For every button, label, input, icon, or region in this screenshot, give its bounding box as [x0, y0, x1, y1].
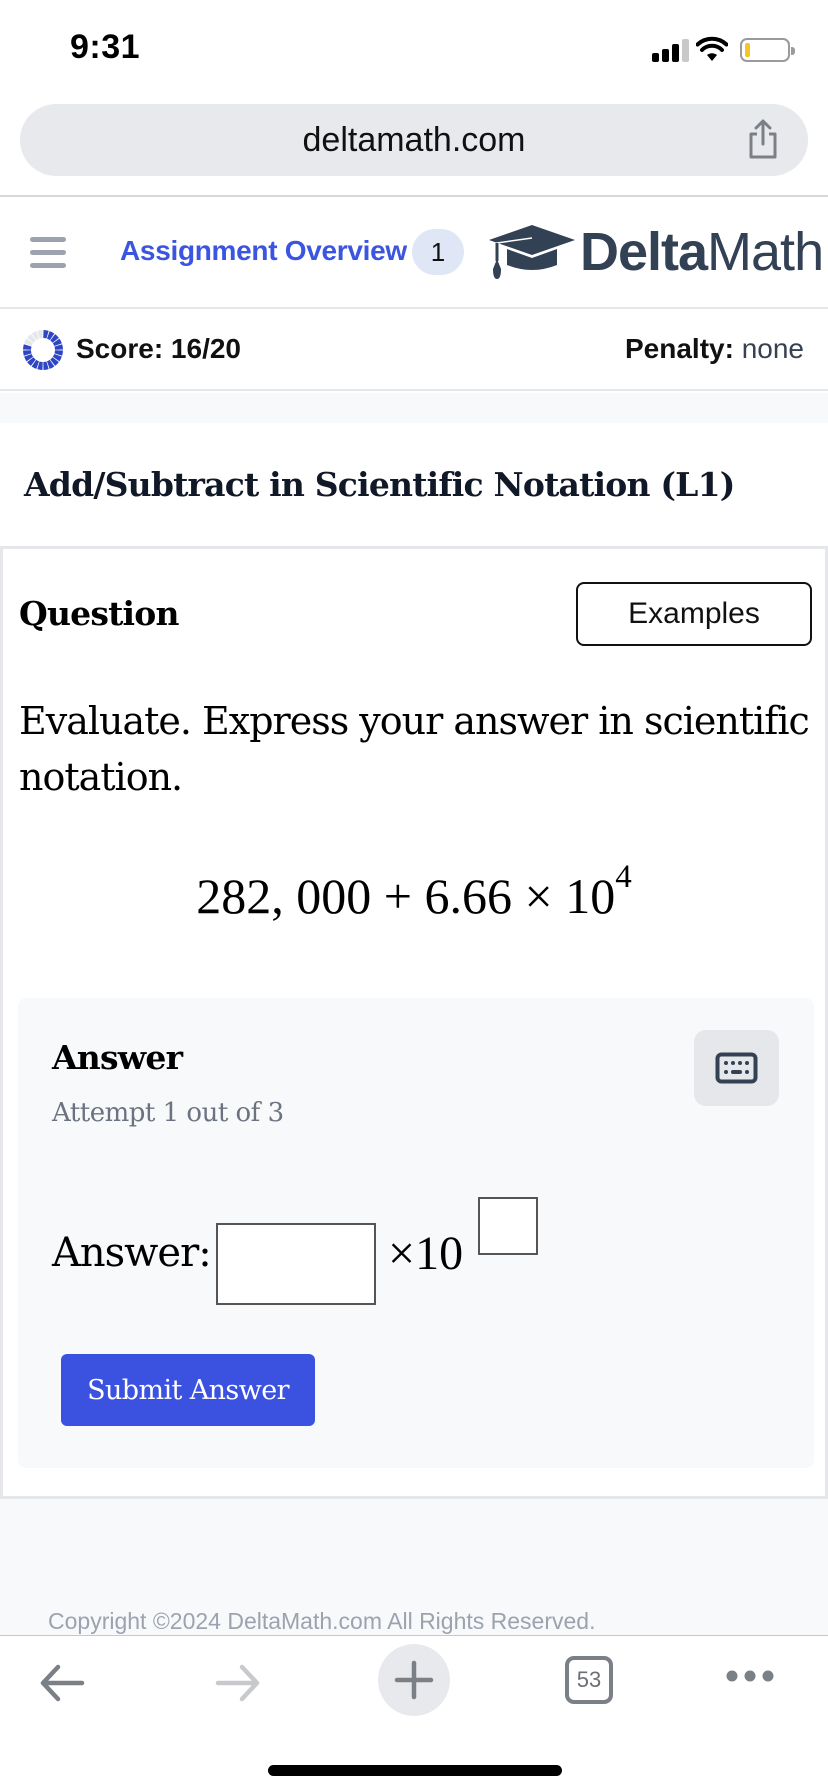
cellular-signal-icon — [652, 38, 690, 62]
keyboard-icon — [715, 1052, 758, 1084]
tab-switcher-button[interactable]: 53 — [565, 1656, 613, 1704]
wifi-icon — [696, 36, 728, 61]
problem-title-band: Add/Subtract in Scientific Notation (L1) — [0, 423, 828, 546]
graduation-cap-icon — [489, 225, 575, 279]
deltamath-logo[interactable]: DeltaMath — [487, 219, 824, 285]
plus-icon — [394, 1660, 434, 1700]
math-expression: 282, 000 + 6.66 × 104 — [3, 859, 825, 925]
page-footer: Copyright ©2024 DeltaMath.com All Rights… — [0, 1499, 828, 1635]
answer-field-label: Answer: — [52, 1230, 212, 1276]
penalty-label: Penalty: — [624, 333, 734, 364]
assignment-overview-link[interactable]: Assignment Overview — [120, 235, 407, 267]
section-spacer — [0, 393, 828, 423]
exponent-input[interactable] — [478, 1197, 538, 1255]
question-prompt: Evaluate. Express your answer in scienti… — [19, 699, 810, 799]
score-progress-ring-icon — [23, 330, 63, 370]
address-bar[interactable]: deltamath.com — [20, 104, 808, 176]
status-icons — [650, 36, 800, 62]
answer-panel: Answer Attempt 1 out of 3 Answer: ×10 Su… — [18, 998, 814, 1468]
keyboard-toggle-button[interactable] — [694, 1030, 779, 1106]
arrow-right-icon[interactable] — [212, 1661, 262, 1705]
ellipsis-icon[interactable] — [725, 1669, 775, 1683]
home-indicator — [268, 1765, 562, 1776]
question-heading: Question — [19, 594, 180, 633]
examples-button[interactable]: Examples — [576, 582, 812, 646]
expression-base: 282, 000 + 6.66 × 10 — [196, 868, 616, 924]
share-icon[interactable] — [746, 118, 780, 160]
hamburger-menu-icon[interactable] — [30, 237, 66, 269]
score-row: Score: 16/20 Penalty: none — [0, 311, 828, 391]
expression-exponent: 4 — [615, 859, 632, 896]
logo-wordmark: DeltaMath — [580, 222, 824, 282]
question-card: Question Examples Evaluate. Express your… — [0, 546, 828, 1499]
attempt-counter: Attempt 1 out of 3 — [52, 1098, 284, 1128]
score-text: Score: 16/20 — [76, 333, 241, 364]
page-title: Add/Subtract in Scientific Notation (L1) — [24, 465, 735, 504]
app-header: Assignment Overview 1 DeltaMath — [0, 197, 828, 309]
status-time: 9:31 — [70, 28, 141, 66]
assignment-badge[interactable]: 1 — [412, 229, 464, 275]
new-tab-button[interactable] — [378, 1644, 450, 1716]
penalty-status: Penalty: none — [625, 333, 804, 365]
times-ten-label: ×10 — [388, 1227, 464, 1280]
copyright-text: Copyright ©2024 DeltaMath.com All Rights… — [48, 1608, 596, 1634]
battery-low-icon — [740, 38, 795, 62]
penalty-value: none — [741, 333, 804, 364]
mantissa-input[interactable] — [216, 1223, 376, 1305]
answer-heading: Answer — [52, 1038, 183, 1077]
submit-answer-button[interactable]: Submit Answer — [61, 1354, 315, 1426]
url-text[interactable]: deltamath.com — [20, 121, 808, 160]
status-bar: 9:31 — [0, 0, 828, 100]
arrow-left-icon[interactable] — [38, 1661, 88, 1705]
